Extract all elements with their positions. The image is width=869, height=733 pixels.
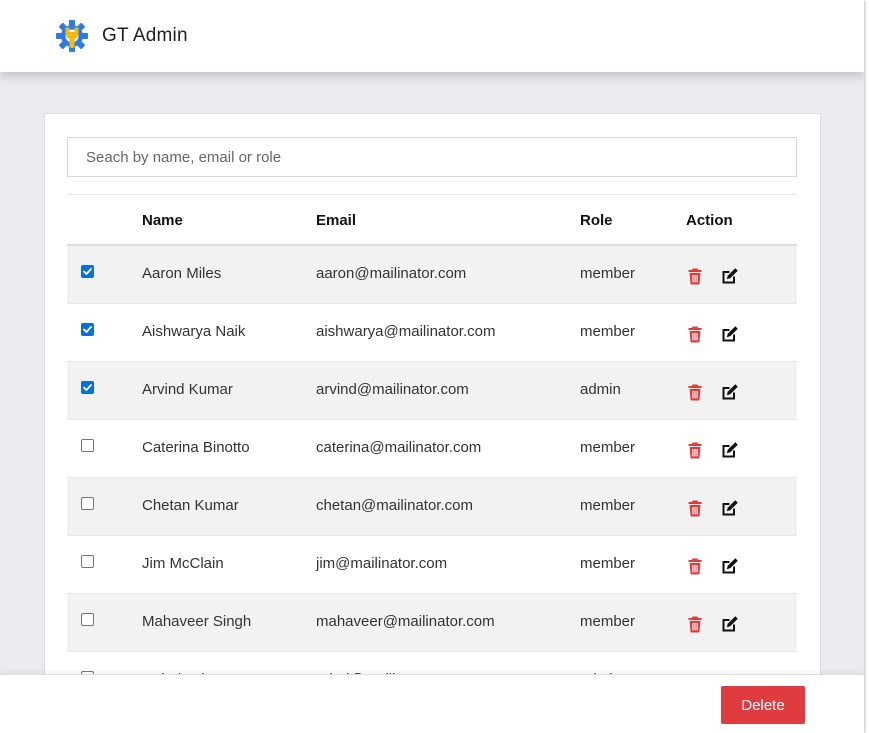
column-header-role[interactable]: Role [580,195,613,246]
cell-email: chetan@mailinator.com [316,497,473,514]
cell-email: mahaveer@mailinator.com [316,613,495,630]
edit-icon[interactable] [721,499,739,517]
edit-icon[interactable] [721,267,739,285]
search-input[interactable] [67,137,797,177]
row-select-checkbox[interactable] [81,555,94,568]
table-row: Aaron Miles aaron@mailinator.com member [67,246,797,304]
trash-icon[interactable] [686,383,704,401]
cell-name: Arvind Kumar [142,381,233,398]
cell-email: caterina@mailinator.com [316,439,482,456]
cell-role: member [580,439,636,456]
table-row: Mahaveer Singh mahaveer@mailinator.com mem… [67,594,797,652]
cell-email: aishwarya@mailinator.com [316,323,496,340]
column-header-name[interactable]: Name [142,195,183,246]
app-title: GT Admin [102,25,188,46]
row-select-checkbox[interactable] [81,381,94,394]
row-select-checkbox[interactable] [81,439,94,452]
trash-icon[interactable] [686,557,704,575]
delete-button[interactable]: Delete [721,686,805,724]
column-header-email[interactable]: Email [316,195,356,246]
cell-name: Jim McClain [142,555,224,572]
cell-email: aaron@mailinator.com [316,265,467,282]
table-row: Caterina Binotto caterina@mailinator.com m… [67,420,797,478]
table-row: Aishwarya Naik aishwarya@mailinator.com me… [67,304,797,362]
edit-icon[interactable] [721,615,739,633]
cell-name: Mahaveer Singh [142,613,252,630]
app-window: GT Admin Name Email Role Action Aaron Mi… [0,0,864,733]
cell-role: member [580,613,636,630]
edit-icon[interactable] [721,325,739,343]
trash-icon[interactable] [686,441,704,459]
column-header-action: Action [686,212,733,229]
users-card: Name Email Role Action Aaron Miles aaron@… [44,113,821,733]
row-select-checkbox[interactable] [81,323,94,336]
trash-icon[interactable] [686,499,704,517]
edit-icon[interactable] [721,383,739,401]
footer-bar: Delete [0,674,864,733]
gear-wrench-icon [54,18,90,54]
trash-icon[interactable] [686,615,704,633]
edit-icon[interactable] [721,557,739,575]
row-select-checkbox[interactable] [81,265,94,278]
cell-role: member [580,323,636,340]
cell-name: Chetan Kumar [142,497,239,514]
cell-role: member [580,265,636,282]
row-select-checkbox[interactable] [81,497,94,510]
edit-icon[interactable] [721,441,739,459]
table-row: Chetan Kumar chetan@mailinator.com member [67,478,797,536]
table-row: Arvind Kumar arvind@mailinator.com admin [67,362,797,420]
trash-icon[interactable] [686,325,704,343]
cell-name: Aishwarya Naik [142,323,246,340]
table-body: Aaron Miles aaron@mailinator.com member Ais… [67,246,797,710]
trash-icon[interactable] [686,267,704,285]
cell-email: arvind@mailinator.com [316,381,469,398]
cell-role: member [580,497,636,514]
users-table: Name Email Role Action Aaron Miles aaron@… [67,195,797,710]
cell-name: Aaron Miles [142,265,222,282]
cell-role: admin [580,381,621,398]
cell-email: jim@mailinator.com [316,555,448,572]
table-header: Name Email Role Action [67,195,797,246]
app-header: GT Admin [0,0,864,72]
cell-name: Caterina Binotto [142,439,250,456]
cell-role: member [580,555,636,572]
row-select-checkbox[interactable] [81,613,94,626]
table-row: Jim McClain jim@mailinator.com member [67,536,797,594]
